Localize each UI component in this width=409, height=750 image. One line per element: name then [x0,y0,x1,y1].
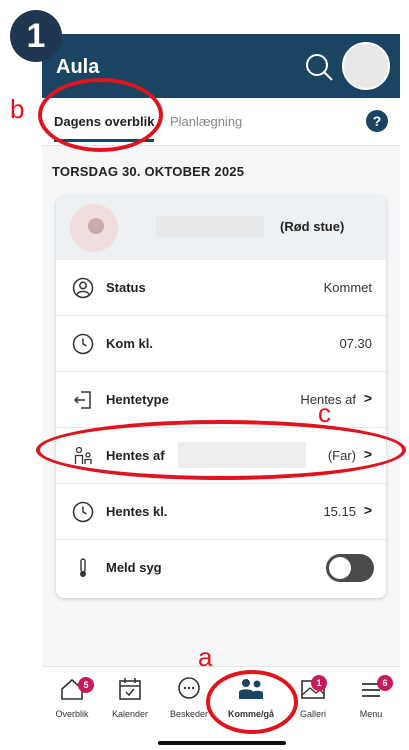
status-label: Status [106,280,146,295]
nav-kalender[interactable]: Kalender [102,675,158,719]
annotation-letter-a: a [198,642,213,672]
nav-badge: 6 [377,675,393,691]
pickup-by-row[interactable]: Hentes af (Far) > [56,428,386,484]
pickup-time-label: Hentes kl. [106,504,168,519]
nav-komme-ga[interactable]: Komme/gå [223,675,279,719]
app-header: Aula [42,34,400,98]
child-avatar [70,204,118,252]
thermometer-icon [80,558,86,577]
presence-card: (Rød stue) Status Kommet Kom kl. 07.30 H… [56,196,386,598]
clock-icon [72,501,94,523]
person-circle-icon [72,277,94,299]
people-icon [239,679,263,699]
pickup-type-label: Hentetype [106,392,169,407]
nav-label: Kalender [111,709,149,719]
sick-row: Meld syg [56,540,386,596]
screenshot: 1 Aula Dagens overblik Planlægning ? TOR… [0,0,409,750]
tab-dagens-overblik[interactable]: Dagens overblik [54,114,155,142]
phone-screen: Aula Dagens overblik Planlægning ? TORSD… [42,34,400,750]
child-name-redacted [156,216,264,238]
pickup-time-row[interactable]: Hentes kl. 15.15 > [56,484,386,540]
date-header: TORSDAG 30. OKTOBER 2025 [52,164,245,179]
nav-label: Galleri [299,709,326,719]
arrival-row: Kom kl. 07.30 [56,316,386,372]
chevron-right-icon: > [363,390,372,406]
clock-icon [72,333,94,355]
status-row: Status Kommet [56,260,386,316]
search-icon[interactable] [304,52,334,82]
home-indicator [158,741,286,745]
nav-label: Menu [359,709,383,719]
nav-label: Overblik [55,709,89,719]
pickup-type-row[interactable]: Hentetype Hentes af > [56,372,386,428]
nav-label: Komme/gå [227,709,274,719]
sick-toggle[interactable] [326,554,374,582]
status-value: Kommet [323,280,372,295]
help-icon[interactable]: ? [366,110,388,132]
sick-label: Meld syg [106,560,162,575]
chat-icon [178,677,200,699]
nav-badge: 1 [311,675,327,691]
bottom-navigation: 5 Overblik Kalender Beskeder Komme/gå 1 … [42,666,400,750]
chevron-right-icon: > [363,446,372,462]
pickup-time-value: 15.15 [323,504,356,519]
calendar-icon [119,678,141,700]
profile-avatar[interactable] [342,42,390,90]
family-icon [74,446,92,464]
chevron-right-icon: > [363,502,372,518]
pickup-by-label: Hentes af [106,448,165,463]
child-room: (Rød stue) [280,219,345,234]
annotation-letter-c: c [318,398,331,428]
pickup-name-redacted [178,442,306,468]
pickup-by-value: (Far) [327,448,356,463]
child-header: (Rød stue) [56,196,386,260]
step-number-badge: 1 [10,10,62,62]
nav-label: Beskeder [169,709,209,719]
annotation-letter-b: b [10,94,25,124]
arrival-label: Kom kl. [106,336,153,351]
nav-overblik[interactable]: 5 Overblik [44,675,100,719]
tab-bar: Dagens overblik Planlægning ? [42,98,400,146]
nav-badge: 5 [78,677,94,693]
nav-beskeder[interactable]: Beskeder [161,675,217,719]
app-title: Aula [56,56,100,78]
nav-menu[interactable]: 6 Menu [343,675,399,719]
arrival-value: 07.30 [339,336,372,351]
nav-galleri[interactable]: 1 Galleri [285,675,341,719]
tab-planlaegning[interactable]: Planlægning [170,114,242,129]
exit-door-icon [73,391,91,409]
